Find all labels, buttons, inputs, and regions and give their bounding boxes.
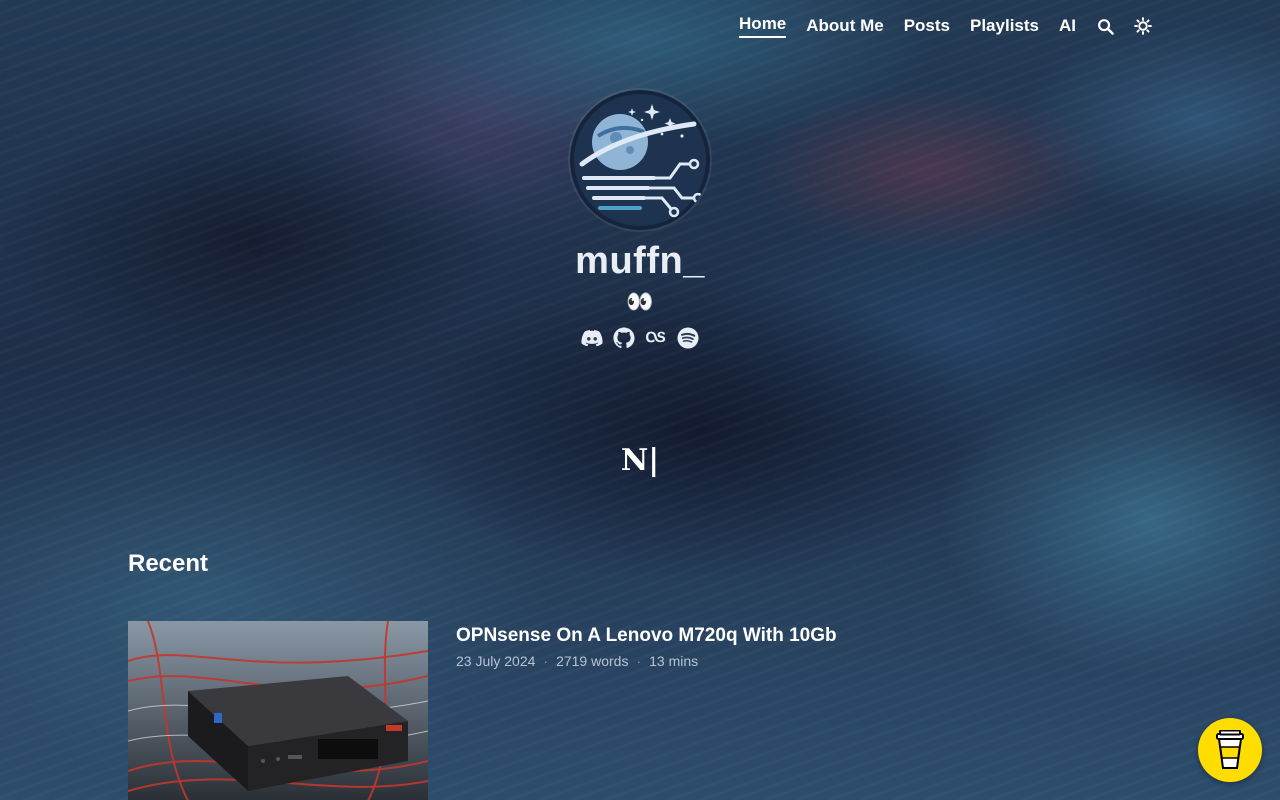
spotify-icon[interactable] (677, 327, 699, 349)
post-thumbnail-image (128, 621, 428, 800)
buy-me-a-coffee-button[interactable] (1198, 718, 1262, 782)
github-icon[interactable] (613, 327, 635, 349)
lastfm-icon[interactable] (645, 327, 667, 349)
tagline-emoji: 👀 (626, 289, 654, 314)
post-info: OPNsense On A Lenovo M720q With 10Gb 23 … (456, 621, 837, 800)
nav-playlists[interactable]: Playlists (970, 16, 1039, 36)
avatar (570, 90, 710, 230)
top-navigation: Home About Me Posts Playlists AI (739, 14, 1152, 38)
coffee-cup-icon (1216, 730, 1244, 769)
post-thumbnail[interactable] (128, 621, 428, 800)
post-title[interactable]: OPNsense On A Lenovo M720q With 10Gb (456, 625, 837, 647)
meta-separator: · (543, 653, 549, 669)
post-read-time: 13 mins (649, 653, 699, 669)
post-card[interactable]: OPNsense On A Lenovo M720q With 10Gb 23 … (128, 621, 837, 800)
sun-icon[interactable] (1134, 17, 1152, 35)
post-date: 23 July 2024 (456, 653, 536, 669)
site-monogram: N| (620, 443, 660, 478)
nav-posts[interactable]: Posts (904, 16, 950, 36)
post-word-count: 2719 words (556, 653, 629, 669)
post-meta: 23 July 2024 · 2719 words · 13 mins (456, 653, 837, 669)
nav-about-me[interactable]: About Me (806, 16, 883, 36)
planet-circuit-logo (570, 90, 710, 230)
social-links (581, 327, 699, 349)
discord-icon[interactable] (581, 327, 603, 349)
search-icon[interactable] (1096, 17, 1114, 35)
nav-home[interactable]: Home (739, 14, 787, 38)
recent-heading: Recent (128, 550, 209, 577)
meta-separator: · (636, 653, 642, 669)
site-name: muffn_ (575, 240, 705, 282)
profile-header: muffn_ 👀 (0, 90, 1280, 349)
nav-ai[interactable]: AI (1059, 16, 1076, 36)
